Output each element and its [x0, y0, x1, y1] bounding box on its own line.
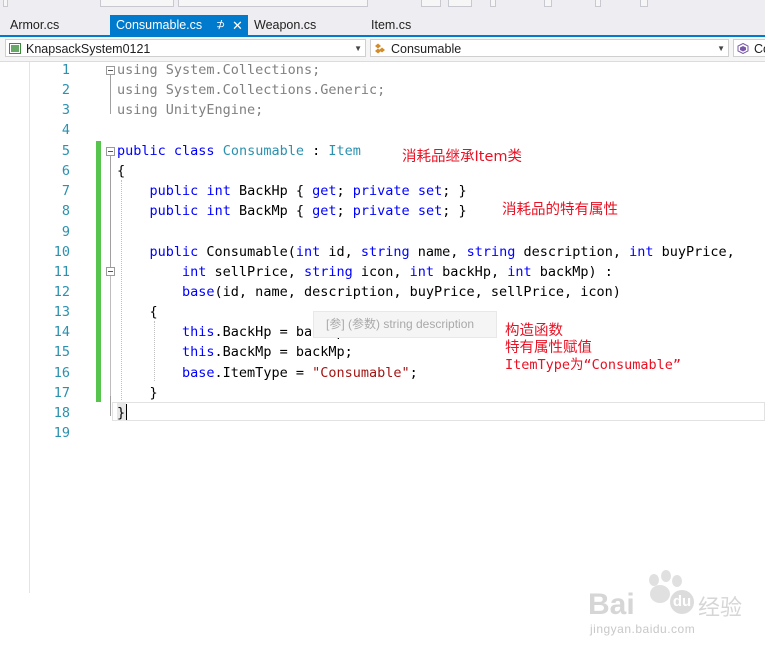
toolbar-control[interactable] [490, 0, 496, 7]
line-number: 9 [61, 224, 70, 240]
watermark-brand: Bai [588, 588, 635, 621]
current-line-highlight [112, 402, 765, 421]
toolbar-control[interactable] [595, 0, 601, 7]
code-line-18: } [117, 405, 126, 421]
tab-item[interactable]: Item.cs [365, 15, 465, 36]
line-number: 8 [61, 203, 70, 219]
line-number: 12 [53, 284, 70, 300]
line-number: 19 [53, 425, 70, 441]
class-name: Consumable [391, 42, 462, 56]
toolbar-control[interactable] [640, 0, 648, 7]
line-number: 11 [53, 264, 70, 280]
code-editor[interactable]: 1 2 3 4 5 6 7 8 9 10 11 12 13 14 15 16 1… [0, 62, 765, 636]
tooltip-text: [参] (参数) string description [326, 317, 475, 331]
watermark-du-badge: du [670, 590, 694, 614]
collapse-region-icon[interactable] [106, 267, 115, 276]
line-number: 3 [61, 102, 70, 118]
toolbar-control[interactable] [448, 0, 472, 7]
watermark-url: jingyan.baidu.com [590, 622, 696, 636]
line-number: 15 [53, 344, 70, 360]
line-number: 7 [61, 183, 70, 199]
tab-armor[interactable]: Armor.cs [4, 15, 108, 36]
line-number: 14 [53, 324, 70, 340]
code-line-15: this.BackMp = backMp; [182, 344, 353, 360]
toolbar-dropdown[interactable] [100, 0, 174, 7]
tab-label: Weapon.cs [254, 18, 317, 32]
toolbar-control[interactable] [421, 0, 441, 7]
chevron-down-icon: ▼ [717, 44, 725, 53]
text-caret [126, 404, 127, 420]
line-number: 2 [61, 82, 70, 98]
line-number: 4 [61, 122, 70, 138]
member-icon [737, 43, 749, 54]
code-line-6: { [117, 163, 126, 179]
code-line-2: using System.Collections.Generic; [117, 82, 386, 98]
class-dropdown[interactable]: Consumable ▼ [370, 39, 729, 57]
annotation-inherit: 消耗品继承Item类 [402, 149, 523, 165]
tab-label: Armor.cs [10, 18, 60, 32]
change-indicator [96, 141, 101, 402]
line-number: 16 [53, 365, 70, 381]
parameter-tooltip: [参] (参数) string description [313, 311, 497, 338]
code-line-16: base.ItemType = "Consumable"; [182, 365, 418, 381]
toolbar-control[interactable] [3, 0, 8, 7]
toolbar-dropdown[interactable] [178, 0, 368, 7]
close-icon[interactable]: ✕ [232, 15, 243, 36]
line-number: 5 [61, 143, 70, 159]
code-line-12: base(id, name, description, buyPrice, se… [182, 284, 621, 300]
glyph-margin [0, 62, 30, 593]
code-line-8: public int BackMp { get; private set; } [149, 203, 467, 219]
project-dropdown[interactable]: KnapsackSystem0121 ▼ [5, 39, 366, 57]
document-tab-bar: Armor.cs Consumable.cs ⊅ ✕ Weapon.cs Ite… [0, 14, 765, 36]
collapse-region-icon[interactable] [106, 66, 115, 75]
watermark-brand-cn: 经验 [698, 596, 743, 621]
baidu-watermark: Bai du 经验 jingyan.baidu.com [588, 570, 758, 648]
line-number: 10 [53, 244, 70, 260]
tab-consumable[interactable]: Consumable.cs ⊅ ✕ [110, 15, 248, 36]
toolbar-strip [0, 0, 765, 14]
code-line-17: } [149, 385, 158, 401]
chevron-down-icon: ▼ [354, 44, 362, 53]
annotation-properties: 消耗品的特有属性 [502, 202, 618, 218]
class-icon [375, 43, 385, 54]
outline-line [110, 74, 111, 114]
line-number: 1 [61, 62, 70, 78]
code-line-5: public class Consumable : Item [117, 143, 361, 159]
code-line-10: public Consumable(int id, string name, s… [149, 244, 735, 260]
line-number: 18 [53, 405, 70, 421]
line-number: 6 [61, 163, 70, 179]
project-name: KnapsackSystem0121 [26, 42, 151, 56]
tab-label: Consumable.cs [116, 18, 203, 32]
code-line-3: using UnityEngine; [117, 102, 264, 118]
line-number: 17 [53, 385, 70, 401]
member-name: Co [754, 42, 765, 56]
tab-label: Item.cs [371, 18, 412, 32]
pin-icon[interactable]: ⊅ [216, 15, 225, 36]
line-number: 13 [53, 304, 70, 320]
code-line-1: using System.Collections; [117, 62, 321, 78]
collapse-region-icon[interactable] [106, 147, 115, 156]
navigation-bar: KnapsackSystem0121 ▼ Consumable ▼ Co [0, 37, 765, 62]
toolbar-control[interactable] [544, 0, 552, 7]
code-line-11: int sellPrice, string icon, int backHp, … [182, 264, 613, 280]
csharp-project-icon [9, 43, 21, 54]
tab-weapon[interactable]: Weapon.cs [248, 15, 362, 36]
outline-line [110, 276, 111, 396]
code-line-13: { [149, 304, 158, 320]
annotation-itemtype: ItemType为“Consumable” [505, 357, 682, 373]
member-dropdown[interactable]: Co [733, 39, 765, 57]
code-line-7: public int BackHp { get; private set; } [149, 183, 467, 199]
